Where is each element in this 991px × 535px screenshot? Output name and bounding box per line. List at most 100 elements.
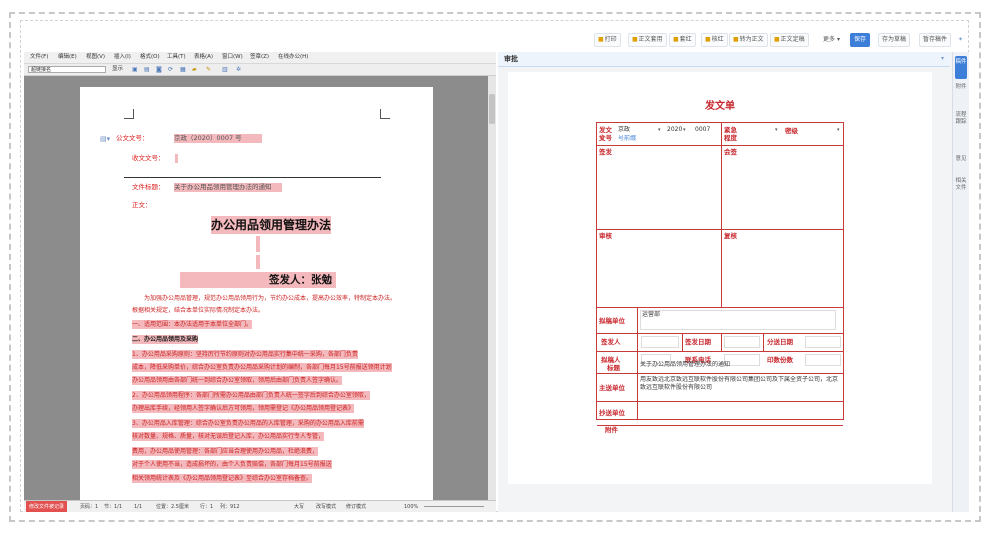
receipt-label: 收文文号： <box>132 154 165 162</box>
copies-input[interactable] <box>805 354 841 366</box>
issuer-input[interactable] <box>641 336 679 348</box>
finalize-icon: ■ <box>774 36 780 43</box>
doc-no-value[interactable]: 京政（2020）0007 号 <box>174 134 262 143</box>
print-doc-icon[interactable]: ▤ <box>144 65 150 74</box>
paragraph: 成本，降低采购单价，综合办公室负责办公用品采购计划的编制，各部门每月15号前报送… <box>132 363 392 372</box>
template-icon: ■ <box>632 36 638 43</box>
tab-related-files[interactable]: 相关文件 <box>955 178 967 192</box>
subject-value[interactable]: 关于办公用品领用管理办法的通知 <box>640 361 730 369</box>
label-main-send: 主送单位 <box>599 384 625 392</box>
print-button[interactable]: ■打印 <box>594 33 621 47</box>
tab-attachments[interactable]: 附件 <box>955 84 967 91</box>
menu-online[interactable]: 在线办公(H) <box>278 52 308 63</box>
main-send-value[interactable]: 关于办公用品领用管理办法的通知 <box>174 183 282 192</box>
panel-header: 审批 ▾ <box>498 52 950 67</box>
chevron-down-icon: ▾ <box>836 36 840 43</box>
label-secret: 密级 <box>785 127 798 135</box>
verify-red-button[interactable]: ■核红 <box>701 33 728 47</box>
verify-icon: ■ <box>705 36 711 43</box>
more-button[interactable]: 更多 ▾ <box>819 33 844 47</box>
expand-icon[interactable]: ✦ <box>954 33 967 47</box>
urgency-dropdown[interactable]: ▾ <box>775 127 778 133</box>
secret-dropdown[interactable]: ▾ <box>837 127 840 133</box>
signer-line[interactable]: 签发人：张勉 <box>180 272 336 288</box>
display-dropdown[interactable]: 显示 <box>112 65 123 74</box>
document-title[interactable]: 办公用品领用管理办法 <box>211 216 332 234</box>
menu-tools[interactable]: 工具(T) <box>167 52 186 63</box>
save-button[interactable]: 保存 <box>850 33 871 47</box>
receipt-value[interactable] <box>175 154 178 163</box>
temp-save-button[interactable]: 暂存稿件 <box>919 33 952 47</box>
settings-icon[interactable]: ✲ <box>236 65 241 74</box>
collapse-icon[interactable]: ▾ <box>941 52 944 66</box>
main-send-value[interactable]: 用友致远北京致远互联软件股份有限公司集团公司及下属全资子公司，北京致远互联软件股… <box>640 376 840 400</box>
zoom-level[interactable]: 100% <box>404 501 418 512</box>
form-sheet: 发文单 发文 文号 京政 ▾ 2020 ▾ 0007 号 号前缀 紧急 程度 ▾… <box>508 72 932 484</box>
print-date-input[interactable] <box>805 336 841 348</box>
title-marker-2 <box>256 255 260 269</box>
apply-template-button[interactable]: ■正文套用 <box>628 33 667 47</box>
draft-unit-input[interactable] <box>640 310 836 330</box>
menu-signature[interactable]: 签章(Z) <box>250 52 269 63</box>
doc-prefix-link[interactable]: 号前缀 <box>618 135 636 143</box>
form-title: 发文单 <box>705 101 735 112</box>
chevron-down-icon[interactable]: ▾ <box>683 127 686 133</box>
menu-format[interactable]: 格式(O) <box>140 52 160 63</box>
paragraph: 根据相关规定，结合本单位实际情况制定本办法。 <box>132 307 265 314</box>
convert-icon: ■ <box>733 36 739 43</box>
top-toolbar: ■打印 ■正文套用 ■套红 ■核红 ■转为正文 ■正文定稿 更多 ▾ 保存 存为… <box>24 31 968 47</box>
paragraph: 对于个人使用不当，造成损坏的，由个人负责赔偿，各部门每月15号前报送 <box>132 460 332 469</box>
label-sign: 签发 <box>599 148 612 156</box>
doc-year[interactable]: 2020 <box>667 126 682 134</box>
tab-draft[interactable]: 稿件 <box>955 56 967 79</box>
menu-insert[interactable]: 插入(I) <box>114 52 131 63</box>
label-issuer: 签发人 <box>601 338 621 346</box>
menu-edit[interactable]: 编辑(E) <box>58 52 77 63</box>
label-cc-send: 抄送单位 <box>599 409 625 417</box>
folder-icon[interactable]: ▰ <box>192 65 197 74</box>
crop-mark-left <box>124 109 134 119</box>
preview-icon[interactable]: ◙ <box>156 65 162 74</box>
menu-file[interactable]: 文件(F) <box>30 52 48 63</box>
paragraph: 2、办公用品领用程序：各部门所需办公用品由部门负责人统一签字后到综合办公室领取， <box>132 391 370 400</box>
editor-scrollbar[interactable] <box>488 76 496 500</box>
save-draft-button[interactable]: 存为草稿 <box>878 33 911 47</box>
red-header-button[interactable]: ■套红 <box>669 33 696 47</box>
mode-overwrite[interactable]: 改写模式 <box>316 501 336 512</box>
insert-table-icon[interactable]: ▦ <box>180 65 186 74</box>
track-changes-badge[interactable]: 修改文件被记录 <box>26 501 68 512</box>
label-copies: 印数份数 <box>767 356 793 364</box>
label-review: 审核 <box>599 232 612 240</box>
label-urgency: 紧急 程度 <box>724 126 737 142</box>
chevron-down-icon[interactable]: ▾ <box>658 127 661 133</box>
header-rule <box>124 177 381 178</box>
convert-body-button[interactable]: ■转为正文 <box>729 33 768 47</box>
menu-view[interactable]: 视图(V) <box>86 52 105 63</box>
editor-toolbar: 超链接名 显示 ▣ ▤ ◙ ⟳ ▦ ▰ ✎ ▥ ✲ <box>24 64 496 76</box>
tab-flow-tracking[interactable]: 流程跟踪 <box>955 112 967 126</box>
mode-caps[interactable]: 大写 <box>294 501 304 512</box>
doc-num[interactable]: 0007 <box>695 126 710 134</box>
status-pos: 1/1 <box>134 504 143 510</box>
refresh-icon[interactable]: ⟳ <box>168 65 173 74</box>
save-doc-icon[interactable]: ▣ <box>132 65 138 74</box>
highlight-icon[interactable]: ✎ <box>206 65 211 74</box>
dispatch-form: 发文 文号 京政 ▾ 2020 ▾ 0007 号 号前缀 紧急 程度 ▾ 密级 … <box>596 122 844 434</box>
menu-table[interactable]: 表格(A) <box>194 52 213 63</box>
paragraph: 办理出库手续，经领用人签字确认后方可领用，领用需登记《办公用品领用登记表》 <box>132 404 355 413</box>
label-attach: 附件 <box>605 426 618 434</box>
style-select[interactable]: 超链接名 <box>28 66 106 73</box>
scrollbar-thumb[interactable] <box>489 94 495 124</box>
label-print-date: 分送日期 <box>767 338 793 346</box>
menu-window[interactable]: 窗口(W) <box>222 52 243 63</box>
grid-icon[interactable]: ▥ <box>222 65 228 74</box>
doc-prefix[interactable]: 京政 <box>618 126 630 134</box>
issue-date-input[interactable] <box>724 336 760 348</box>
document-editor: 文件(F) 编辑(E) 视图(V) 插入(I) 格式(O) 工具(T) 表格(A… <box>24 52 496 512</box>
label-subject: 标题 <box>607 364 620 372</box>
finalize-body-button[interactable]: ■正文定稿 <box>770 33 809 47</box>
tab-opinions[interactable]: 意见 <box>955 156 967 163</box>
zoom-slider[interactable] <box>424 506 484 507</box>
paragraph: 一、适用范围：本办法适用于本单位全部门。 <box>132 320 253 329</box>
mode-revision[interactable]: 修订模式 <box>346 501 366 512</box>
